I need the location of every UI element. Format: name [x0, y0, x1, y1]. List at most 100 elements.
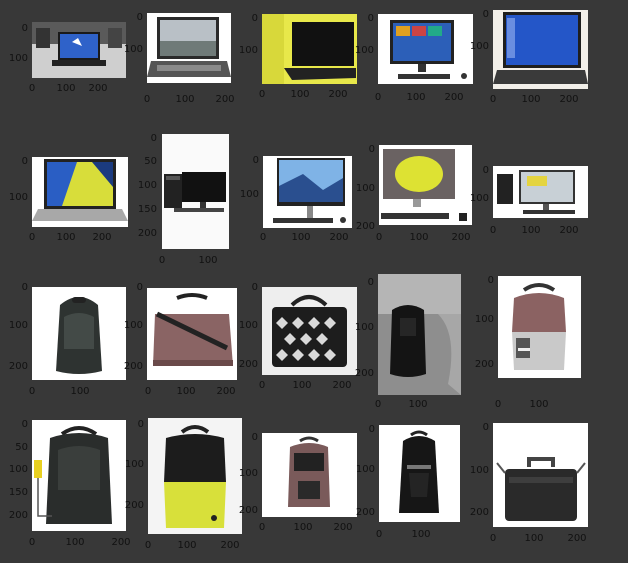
- ytick-label: 200: [474, 359, 494, 370]
- ytick-label: 0: [367, 13, 374, 24]
- xtick-label: 200: [329, 232, 349, 243]
- xtick-label: 100: [409, 232, 429, 243]
- ytick-label: 0: [251, 13, 258, 24]
- ytick-label: 100: [238, 320, 258, 331]
- ytick-label: 0: [21, 156, 28, 167]
- ytick-label: 0: [251, 432, 258, 443]
- ytick-label: 0: [487, 275, 494, 286]
- xtick-label: 0: [489, 225, 497, 236]
- all-in-one-icon: [263, 156, 352, 228]
- xtick-label: 100: [175, 94, 195, 105]
- xtick-label: 100: [70, 386, 90, 397]
- ytick-label: 100: [354, 322, 374, 333]
- ytick-label: 100: [238, 45, 258, 56]
- xtick-label: 0: [258, 89, 266, 100]
- ytick-label: 150: [8, 487, 28, 498]
- laptop-yellow-icon: [32, 157, 128, 227]
- xtick-label: 200: [559, 94, 579, 105]
- xtick-label: 0: [494, 399, 502, 410]
- backpack-icon: [32, 287, 126, 380]
- ytick-label: 100: [469, 41, 489, 52]
- ytick-label: 100: [469, 193, 489, 204]
- ytick-label: 0: [136, 12, 143, 23]
- ytick-label: 100: [474, 314, 494, 325]
- ytick-label: 0: [367, 277, 374, 288]
- ytick-label: 100: [355, 183, 375, 194]
- ytick-label: 100: [239, 189, 259, 200]
- xtick-label: 0: [143, 94, 151, 105]
- backpack-small-icon: [262, 433, 357, 517]
- xtick-label: 100: [524, 533, 544, 544]
- xtick-label: 0: [375, 232, 383, 243]
- desktop-yellow-icon: [379, 145, 472, 225]
- xtick-label: 0: [28, 83, 36, 94]
- desktop-monitor-icon: [378, 14, 473, 84]
- xtick-label: 0: [28, 386, 36, 397]
- ytick-label: 0: [482, 165, 489, 176]
- ytick-label: 0: [368, 424, 375, 435]
- xtick-label: 0: [374, 399, 382, 410]
- ytick-label: 0: [136, 282, 143, 293]
- ytick-label: 0: [137, 419, 144, 430]
- xtick-label: 200: [444, 92, 464, 103]
- xtick-label: 200: [332, 380, 352, 391]
- ytick-label: 0: [368, 144, 375, 155]
- ytick-label: 200: [355, 221, 375, 232]
- ytick-label: 200: [8, 510, 28, 521]
- xtick-label: 100: [291, 232, 311, 243]
- xtick-label: 100: [198, 255, 218, 266]
- briefcase-icon: [493, 423, 588, 527]
- ytick-label: 200: [238, 505, 258, 516]
- ytick-label: 200: [354, 368, 374, 379]
- xtick-label: 0: [144, 540, 152, 551]
- xtick-label: 200: [220, 540, 240, 551]
- xtick-label: 0: [375, 529, 383, 540]
- xtick-label: 0: [28, 537, 36, 548]
- xtick-label: 0: [374, 92, 382, 103]
- ytick-label: 0: [482, 422, 489, 433]
- ytick-label: 100: [8, 464, 28, 475]
- xtick-label: 0: [144, 386, 152, 397]
- xtick-label: 200: [328, 89, 348, 100]
- ytick-label: 200: [137, 228, 157, 239]
- xtick-label: 0: [259, 232, 267, 243]
- desktop-set-icon: [493, 166, 588, 218]
- laptop-bag-icon: [147, 288, 237, 380]
- ytick-label: 100: [8, 192, 28, 203]
- ytick-label: 150: [137, 204, 157, 215]
- ytick-label: 200: [123, 361, 143, 372]
- backpack-pink-icon: [498, 276, 581, 378]
- backpack-black-icon: [379, 425, 460, 522]
- ytick-label: 0: [251, 282, 258, 293]
- ytick-label: 100: [8, 53, 28, 64]
- laptop-desk-icon: [32, 22, 126, 78]
- xtick-label: 200: [88, 83, 108, 94]
- xtick-label: 100: [290, 89, 310, 100]
- xtick-label: 200: [216, 386, 236, 397]
- xtick-label: 100: [56, 232, 76, 243]
- ytick-label: 200: [124, 500, 144, 511]
- ytick-label: 0: [482, 9, 489, 20]
- xtick-label: 0: [258, 380, 266, 391]
- laptop-screen-icon: [493, 10, 588, 89]
- ytick-label: 100: [123, 44, 143, 55]
- ytick-label: 200: [469, 507, 489, 518]
- ytick-label: 50: [15, 442, 28, 453]
- ytick-label: 200: [8, 361, 28, 372]
- ytick-label: 0: [21, 419, 28, 430]
- ytick-label: 200: [238, 359, 258, 370]
- xtick-label: 100: [529, 399, 549, 410]
- ytick-label: 100: [123, 320, 143, 331]
- laptop-icon: [147, 13, 231, 83]
- ytick-label: 100: [469, 465, 489, 476]
- xtick-label: 200: [92, 232, 112, 243]
- xtick-label: 100: [65, 537, 85, 548]
- xtick-label: 0: [258, 522, 266, 533]
- xtick-label: 100: [411, 529, 431, 540]
- ytick-label: 0: [150, 133, 157, 144]
- xtick-label: 0: [158, 255, 166, 266]
- ytick-label: 100: [238, 468, 258, 479]
- xtick-label: 100: [521, 225, 541, 236]
- ytick-label: 50: [144, 156, 157, 167]
- xtick-label: 100: [406, 92, 426, 103]
